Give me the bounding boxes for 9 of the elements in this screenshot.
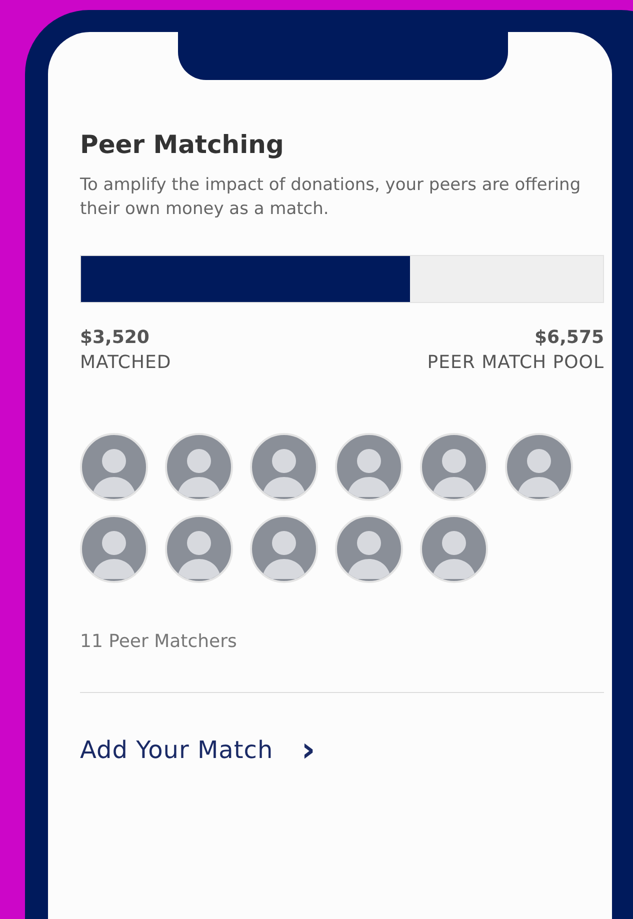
card-description: To amplify the impact of donations, your peers are offering their own money as a match. xyxy=(80,174,582,221)
chevron-icon: › xyxy=(301,733,316,767)
matched-amount: $3,520 xyxy=(80,327,150,348)
add-match-link[interactable]: Add Your Match › xyxy=(80,733,316,767)
matched-label: MATCHED xyxy=(80,352,172,373)
matcher-count: 11 Peer Matchers xyxy=(80,631,238,652)
pool-label: PEER MATCH POOL xyxy=(427,352,604,373)
card-title: Peer Matching xyxy=(80,130,285,159)
pool-amount: $6,575 xyxy=(534,327,604,348)
